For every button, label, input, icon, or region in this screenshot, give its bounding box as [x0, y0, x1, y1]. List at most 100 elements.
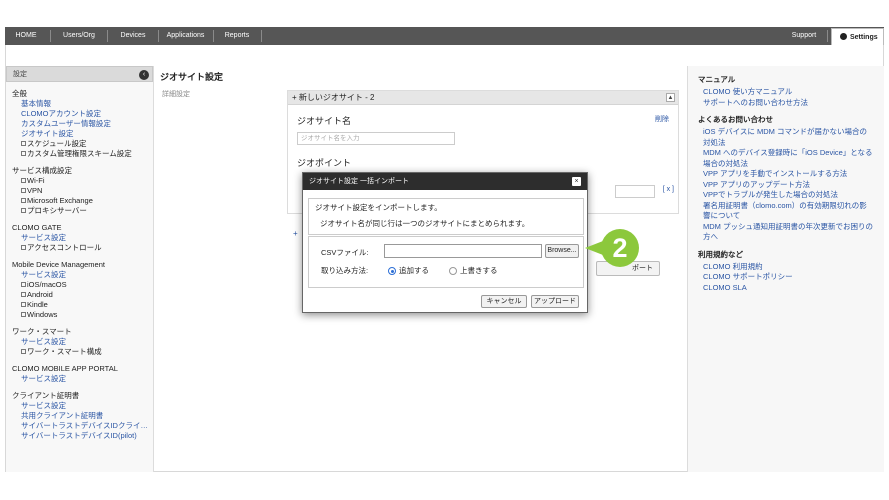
expand-icon[interactable]: [21, 292, 26, 297]
import-mode-label: 取り込み方法:: [321, 266, 369, 275]
nav-reports[interactable]: Reports: [214, 27, 260, 45]
expand-icon[interactable]: [21, 198, 26, 203]
mode-add-label[interactable]: 追加する: [399, 265, 429, 276]
sidebar-group: サービス構成設定 Wi-Fi VPN Microsoft Exchange プロキシサー…: [6, 166, 153, 216]
expand-icon[interactable]: [21, 282, 26, 287]
csv-file-input[interactable]: [384, 244, 542, 258]
sidebar-link[interactable]: サービス設定: [12, 337, 153, 347]
sidebar-link[interactable]: カスタムユーザー情報設定: [12, 119, 153, 129]
cancel-button[interactable]: キャンセル: [481, 295, 527, 308]
sidebar-subitem[interactable]: Microsoft Exchange: [12, 196, 153, 206]
sidebar-item-label: カスタムユーザー情報設定: [21, 119, 111, 128]
sidebar-item-label: アクセスコントロール: [27, 243, 102, 252]
geopoint-label: ジオポイント: [297, 158, 352, 168]
sidebar-link[interactable]: サイバートラストデバイスIDクライ…: [12, 421, 153, 431]
expand-icon[interactable]: [21, 245, 26, 250]
collapse-sidebar-icon[interactable]: ‹: [139, 70, 149, 80]
nav-applications[interactable]: Applications: [159, 27, 212, 45]
expand-icon[interactable]: [21, 312, 26, 317]
sidebar-subitem[interactable]: プロキシサーバー: [12, 206, 153, 216]
sidebar-link[interactable]: CLOMOアカウント設定: [12, 109, 153, 119]
sidebar-link[interactable]: サービス設定: [12, 270, 153, 280]
sidebar-subitem[interactable]: Kindle: [12, 300, 153, 310]
help-link[interactable]: CLOMO 利用規約: [698, 262, 874, 273]
nav-devices[interactable]: Devices: [108, 27, 158, 45]
expand-icon[interactable]: [21, 188, 26, 193]
sidebar-link[interactable]: サービス設定: [12, 401, 153, 411]
sidebar-item-label: ワーク・スマート構成: [27, 347, 102, 356]
mode-add-radio[interactable]: [388, 267, 396, 275]
sidebar-subitem[interactable]: Android: [12, 290, 153, 300]
sidebar-item-label: CLOMOアカウント設定: [21, 109, 102, 118]
sidebar-subitem[interactable]: VPN: [12, 186, 153, 196]
help-section-heading: よくあるお問い合わせ: [698, 115, 773, 124]
page-title: ジオサイト設定: [160, 72, 224, 82]
nav-divider: [827, 30, 828, 42]
expand-icon[interactable]: [21, 302, 26, 307]
sidebar-subitem[interactable]: スケジュール設定: [12, 139, 153, 149]
sidebar-link[interactable]: サイバートラストデバイスID(pilot): [12, 431, 153, 441]
upload-button[interactable]: アップロード: [531, 295, 579, 308]
sidebar-subitem[interactable]: iOS/macOS: [12, 280, 153, 290]
sidebar-group: Mobile Device Management サービス設定 iOS/macOS A…: [6, 260, 153, 320]
nav-settings-label: Settings: [850, 34, 878, 41]
sidebar-item-label: ジオサイト設定: [21, 129, 74, 138]
help-link[interactable]: VPPでトラブルが発生した場合の対処法: [698, 190, 874, 201]
close-icon[interactable]: ×: [572, 177, 581, 186]
detail-settings-label: 詳細設定: [162, 91, 190, 98]
csv-file-label: CSVファイル:: [321, 248, 369, 257]
nav-support[interactable]: Support: [780, 27, 828, 45]
help-link[interactable]: 署名用証明書（clomo.com）の有効期限切れの影響について: [698, 201, 874, 222]
mode-overwrite-label[interactable]: 上書きする: [460, 265, 498, 276]
nav-settings[interactable]: Settings: [831, 28, 884, 45]
help-link[interactable]: CLOMO 使い方マニュアル: [698, 87, 874, 98]
delete-link[interactable]: 削除: [655, 114, 669, 124]
geosite-name-label: ジオサイト名: [297, 116, 352, 126]
help-link[interactable]: CLOMO サポートポリシー: [698, 272, 874, 283]
help-link[interactable]: CLOMO SLA: [698, 283, 874, 294]
sidebar-group-heading: CLOMO GATE: [12, 223, 62, 232]
sidebar-item-label: サービス設定: [21, 337, 66, 346]
sidebar-subitem[interactable]: カスタム管理権限スキーム設定: [12, 149, 153, 159]
sidebar-item-label: サービス設定: [21, 374, 66, 383]
expand-icon[interactable]: [21, 151, 26, 156]
sidebar-link[interactable]: ジオサイト設定: [12, 129, 153, 139]
nav-users-org[interactable]: Users/Org: [51, 27, 107, 45]
sidebar-item-label: VPN: [27, 186, 43, 195]
collapse-panel-icon[interactable]: ▲: [666, 93, 675, 102]
sidebar-item-label: Android: [27, 290, 53, 299]
help-link[interactable]: MDM プッシュ通知用証明書の年次更新でお困りの方へ: [698, 222, 874, 243]
sidebar-subitem[interactable]: アクセスコントロール: [12, 243, 153, 253]
help-link[interactable]: VPP アプリのアップデート方法: [698, 180, 874, 191]
help-link[interactable]: VPP アプリを手動でインストールする方法: [698, 169, 874, 180]
geopoint-input[interactable]: [615, 185, 655, 198]
sidebar-item-label: サービス設定: [21, 270, 66, 279]
expand-icon[interactable]: [21, 208, 26, 213]
mode-overwrite-radio[interactable]: [449, 267, 457, 275]
sidebar-link[interactable]: サービス設定: [12, 233, 153, 243]
sidebar-subitem[interactable]: Wi-Fi: [12, 176, 153, 186]
sidebar-link[interactable]: 共用クライアント証明書: [12, 411, 153, 421]
help-link[interactable]: MDM へのデバイス登録時に「iOS Device」となる場合の対処法: [698, 148, 874, 169]
remove-geopoint-link[interactable]: [ x ]: [663, 186, 674, 193]
sidebar-item-label: プロキシサーバー: [27, 206, 87, 215]
sidebar-link[interactable]: サービス設定: [12, 374, 153, 384]
expand-icon[interactable]: [21, 178, 26, 183]
sidebar-group: CLOMO GATE サービス設定 アクセスコントロール: [6, 223, 153, 253]
sidebar-item-label: サイバートラストデバイスIDクライ…: [21, 421, 148, 430]
help-link[interactable]: iOS デバイスに MDM コマンドが届かない場合の対処法: [698, 127, 874, 148]
sidebar-subitem[interactable]: ワーク・スマート構成: [12, 347, 153, 357]
sidebar-item-label: iOS/macOS: [27, 280, 67, 289]
help-link[interactable]: サポートへのお問い合わせ方法: [698, 98, 874, 109]
browse-button[interactable]: Browse...: [545, 244, 579, 258]
sidebar-link[interactable]: 基本情報: [12, 99, 153, 109]
sidebar-group: CLOMO MOBILE APP PORTAL サービス設定: [6, 364, 153, 384]
sidebar-subitem[interactable]: Windows: [12, 310, 153, 320]
expand-icon[interactable]: [21, 141, 26, 146]
geosite-name-input[interactable]: ジオサイト名を入力: [297, 132, 455, 145]
expand-icon[interactable]: [21, 349, 26, 354]
add-geopoint-link[interactable]: +: [293, 229, 298, 238]
panel-header: + 新しいジオサイト - 2 ▲: [288, 91, 678, 105]
nav-home[interactable]: HOME: [5, 27, 47, 45]
